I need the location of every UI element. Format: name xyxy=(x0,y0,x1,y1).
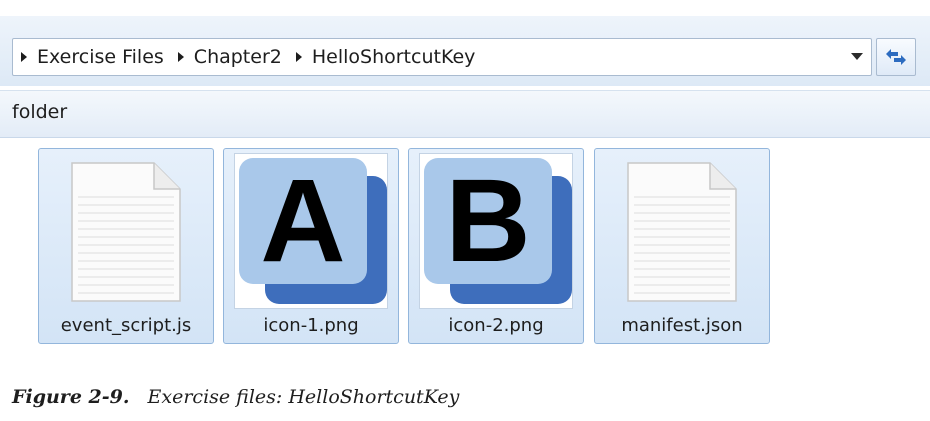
figure-caption-text: Exercise files: HelloShortcutKey xyxy=(147,386,460,408)
text-document-icon xyxy=(71,162,181,302)
address-bar[interactable]: Exercise Files Chapter2 HelloShortcutKey xyxy=(12,38,872,76)
breadcrumb-exercise-files[interactable]: Exercise Files xyxy=(13,39,170,75)
file-item-event-script[interactable]: event_script.js xyxy=(38,148,214,344)
address-bar-strip: Exercise Files Chapter2 HelloShortcutKey xyxy=(0,16,930,86)
explorer-window: Exercise Files Chapter2 HelloShortcutKey xyxy=(0,12,930,368)
chevron-down-icon[interactable] xyxy=(851,53,863,60)
breadcrumb-helloshortcutkey[interactable]: HelloShortcutKey xyxy=(288,39,482,75)
image-thumbnail: B xyxy=(419,153,573,309)
file-item-manifest[interactable]: manifest.json xyxy=(594,148,770,344)
figure-caption: Figure 2-9. Exercise files: HelloShortcu… xyxy=(12,386,459,408)
file-name: icon-1.png xyxy=(263,315,359,336)
chevron-right-icon[interactable] xyxy=(295,52,302,62)
figure-number: Figure 2-9. xyxy=(12,386,130,408)
breadcrumb-label: Exercise Files xyxy=(37,46,164,68)
breadcrumb-chapter2[interactable]: Chapter2 xyxy=(170,39,288,75)
new-folder-button[interactable]: folder xyxy=(12,101,67,123)
refresh-button[interactable] xyxy=(876,38,916,76)
breadcrumb-label: Chapter2 xyxy=(193,46,282,68)
file-name: icon-2.png xyxy=(448,315,544,336)
image-thumbnail: A xyxy=(234,153,388,309)
refresh-icon xyxy=(886,49,906,65)
chevron-right-icon[interactable] xyxy=(21,52,27,62)
thumbnail-front-shape: A xyxy=(239,158,367,284)
file-name: manifest.json xyxy=(621,315,743,336)
breadcrumb-label: HelloShortcutKey xyxy=(311,46,476,68)
text-document-icon xyxy=(627,162,737,302)
command-bar: folder xyxy=(0,90,930,138)
file-name: event_script.js xyxy=(60,315,192,336)
thumbnail-front-shape: B xyxy=(424,158,552,284)
thumbnail-letter: B xyxy=(445,155,531,287)
breadcrumb: Exercise Files Chapter2 HelloShortcutKey xyxy=(13,39,481,75)
file-item-icon-2[interactable]: B icon-2.png xyxy=(408,148,584,344)
thumbnail-letter: A xyxy=(260,155,346,287)
file-item-icon-1[interactable]: A icon-1.png xyxy=(223,148,399,344)
chevron-right-icon[interactable] xyxy=(177,52,184,62)
